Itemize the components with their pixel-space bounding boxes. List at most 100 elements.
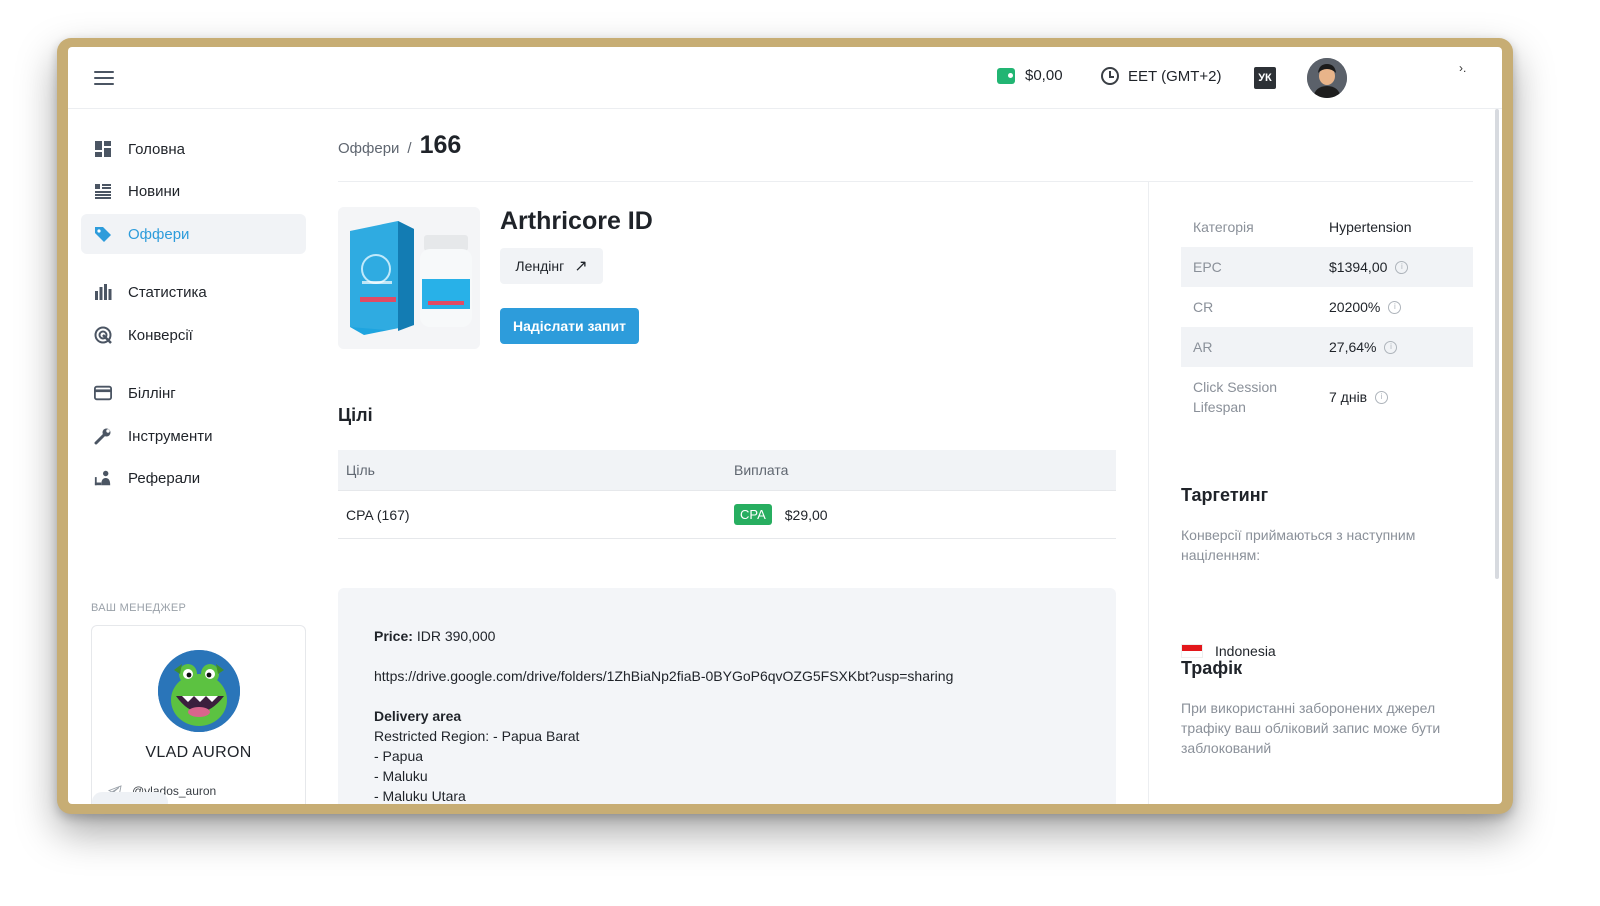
detail-row-cr: CR 20200% i — [1181, 287, 1473, 327]
news-icon — [94, 182, 112, 200]
delivery-line: - Papua — [374, 748, 424, 764]
divider — [338, 181, 1473, 182]
sidebar-peek-element — [92, 792, 168, 804]
goals-table: Ціль Виплата CPA (167) CPA $29,00 — [338, 450, 1116, 539]
detail-key: Click Session Lifespan — [1193, 379, 1278, 415]
external-link-icon: ↗ — [574, 258, 588, 275]
sidebar-item-label: Біллінг — [128, 384, 176, 402]
sidebar-item-label: Інструменти — [128, 427, 213, 445]
country-name: Indonesia — [1215, 643, 1276, 659]
target-icon — [94, 326, 112, 344]
app-window: $0,00 EET (GMT+2) УК ›. Головна Новини О… — [68, 47, 1502, 804]
balance-value: $0,00 — [1025, 67, 1063, 84]
sidebar-item-tools[interactable]: Інструменти — [81, 416, 306, 456]
detail-value: Hypertension — [1329, 219, 1412, 235]
targeting-country: Indonesia — [1181, 643, 1276, 659]
top-bar: $0,00 EET (GMT+2) УК ›. — [68, 47, 1502, 109]
sidebar-item-label: Реферали — [128, 469, 201, 487]
table-row: CPA (167) CPA $29,00 — [338, 491, 1116, 539]
referral-icon — [94, 469, 112, 487]
page-title: 166 — [419, 131, 462, 159]
detail-value: 7 днів i — [1329, 387, 1389, 407]
offer-description: Price: IDR 390,000 https://drive.google.… — [338, 588, 1116, 804]
wallet-icon — [997, 67, 1015, 84]
landing-button-label: Лендінг — [515, 258, 565, 274]
sidebar-item-home[interactable]: Головна — [81, 129, 306, 169]
sidebar-item-label: Оффери — [128, 225, 190, 243]
sidebar-item-conversions[interactable]: Конверсії — [81, 315, 306, 355]
detail-row-session-lifespan: Click Session Lifespan 7 днів i — [1181, 367, 1473, 427]
delivery-line: Restricted Region: - Papua Barat — [374, 728, 580, 744]
price-label: Price: — [374, 628, 413, 644]
detail-row-category: Категорія Hypertension — [1181, 207, 1473, 247]
info-icon[interactable]: i — [1375, 390, 1389, 404]
info-icon[interactable]: i — [1395, 260, 1409, 274]
detail-key: CR — [1193, 299, 1214, 315]
sidebar: Головна Новини Оффери Статистика Конверс… — [68, 109, 338, 804]
sidebar-item-statistics[interactable]: Статистика — [81, 272, 306, 312]
manager-section-title: ВАШ МЕНЕДЖЕР — [91, 602, 187, 614]
targeting-title: Таргетинг — [1181, 485, 1269, 505]
sidebar-item-news[interactable]: Новини — [81, 171, 306, 211]
column-header-payout: Виплата — [734, 462, 789, 478]
payout-cell: CPA $29,00 — [734, 504, 1116, 525]
detail-value: 27,64% i — [1329, 337, 1398, 357]
indonesia-flag-icon — [1181, 644, 1203, 658]
traffic-text: При використанні заборонених джерел траф… — [1181, 700, 1441, 756]
scrollbar[interactable] — [1495, 109, 1499, 579]
offer-details-panel: Категорія Hypertension EPC $1394,00 i CR … — [1181, 207, 1473, 427]
column-header-goal: Ціль — [346, 462, 375, 478]
breadcrumb: Оффери / 166 — [338, 131, 461, 160]
balance-display[interactable]: $0,00 — [997, 67, 1063, 84]
delivery-line: - Maluku — [374, 768, 428, 784]
user-avatar[interactable] — [1307, 58, 1347, 98]
detail-row-ar: AR 27,64% i — [1181, 327, 1473, 367]
sidebar-item-billing[interactable]: Біллінг — [81, 373, 306, 413]
corner-glyph: ›. — [1459, 61, 1467, 75]
delivery-line: - Maluku Utara — [374, 788, 466, 804]
sidebar-item-referrals[interactable]: Реферали — [81, 458, 306, 498]
goals-title: Цілі — [338, 405, 373, 425]
cpa-badge: CPA — [734, 504, 772, 525]
detail-key: Категорія — [1193, 219, 1254, 235]
product-image — [338, 207, 480, 349]
breadcrumb-separator: / — [407, 140, 412, 157]
price-value: IDR 390,000 — [416, 628, 496, 644]
payout-value: $29,00 — [784, 506, 828, 523]
dashboard-icon — [94, 140, 112, 158]
detail-row-epc: EPC $1394,00 i — [1181, 247, 1473, 287]
drive-link[interactable]: https://drive.google.com/drive/folders/1… — [374, 666, 1080, 686]
clock-icon — [1101, 67, 1119, 85]
info-icon[interactable]: i — [1388, 300, 1402, 314]
bar-chart-icon — [94, 283, 112, 301]
wrench-icon — [94, 427, 112, 445]
menu-toggle-icon[interactable] — [94, 71, 114, 85]
timezone-value: EET (GMT+2) — [1128, 67, 1222, 85]
credit-card-icon — [94, 384, 112, 402]
sidebar-item-offers[interactable]: Оффери — [81, 214, 306, 254]
timezone-display[interactable]: EET (GMT+2) — [1101, 67, 1222, 85]
manager-avatar — [158, 650, 240, 732]
info-icon[interactable]: i — [1384, 340, 1398, 354]
tag-icon — [94, 225, 112, 243]
sidebar-item-label: Конверсії — [128, 326, 193, 344]
column-divider — [1148, 182, 1149, 804]
detail-key: EPC — [1193, 259, 1222, 275]
landing-button[interactable]: Лендінг ↗ — [500, 248, 603, 284]
manager-card: VLAD AURON @vlados_auron — [91, 625, 306, 804]
main-content: Оффери / 166 Arthricore ID Лендінг ↗ Над… — [338, 109, 1502, 804]
table-header: Ціль Виплата — [338, 450, 1116, 491]
send-request-button[interactable]: Надіслати запит — [500, 308, 639, 344]
sidebar-item-label: Статистика — [128, 283, 207, 301]
detail-key: AR — [1193, 339, 1213, 355]
detail-value: $1394,00 i — [1329, 257, 1409, 277]
delivery-area: Delivery area Restricted Region: - Papua… — [374, 706, 1080, 804]
traffic-title: Трафік — [1181, 658, 1243, 678]
language-switch[interactable]: УК — [1254, 67, 1276, 89]
breadcrumb-offers-link[interactable]: Оффери — [338, 140, 399, 157]
delivery-title: Delivery area — [374, 708, 462, 724]
price-line: Price: IDR 390,000 — [374, 626, 1080, 646]
detail-value: 20200% i — [1329, 297, 1402, 317]
manager-name: VLAD AURON — [145, 744, 252, 761]
sidebar-item-label: Новини — [128, 182, 181, 200]
